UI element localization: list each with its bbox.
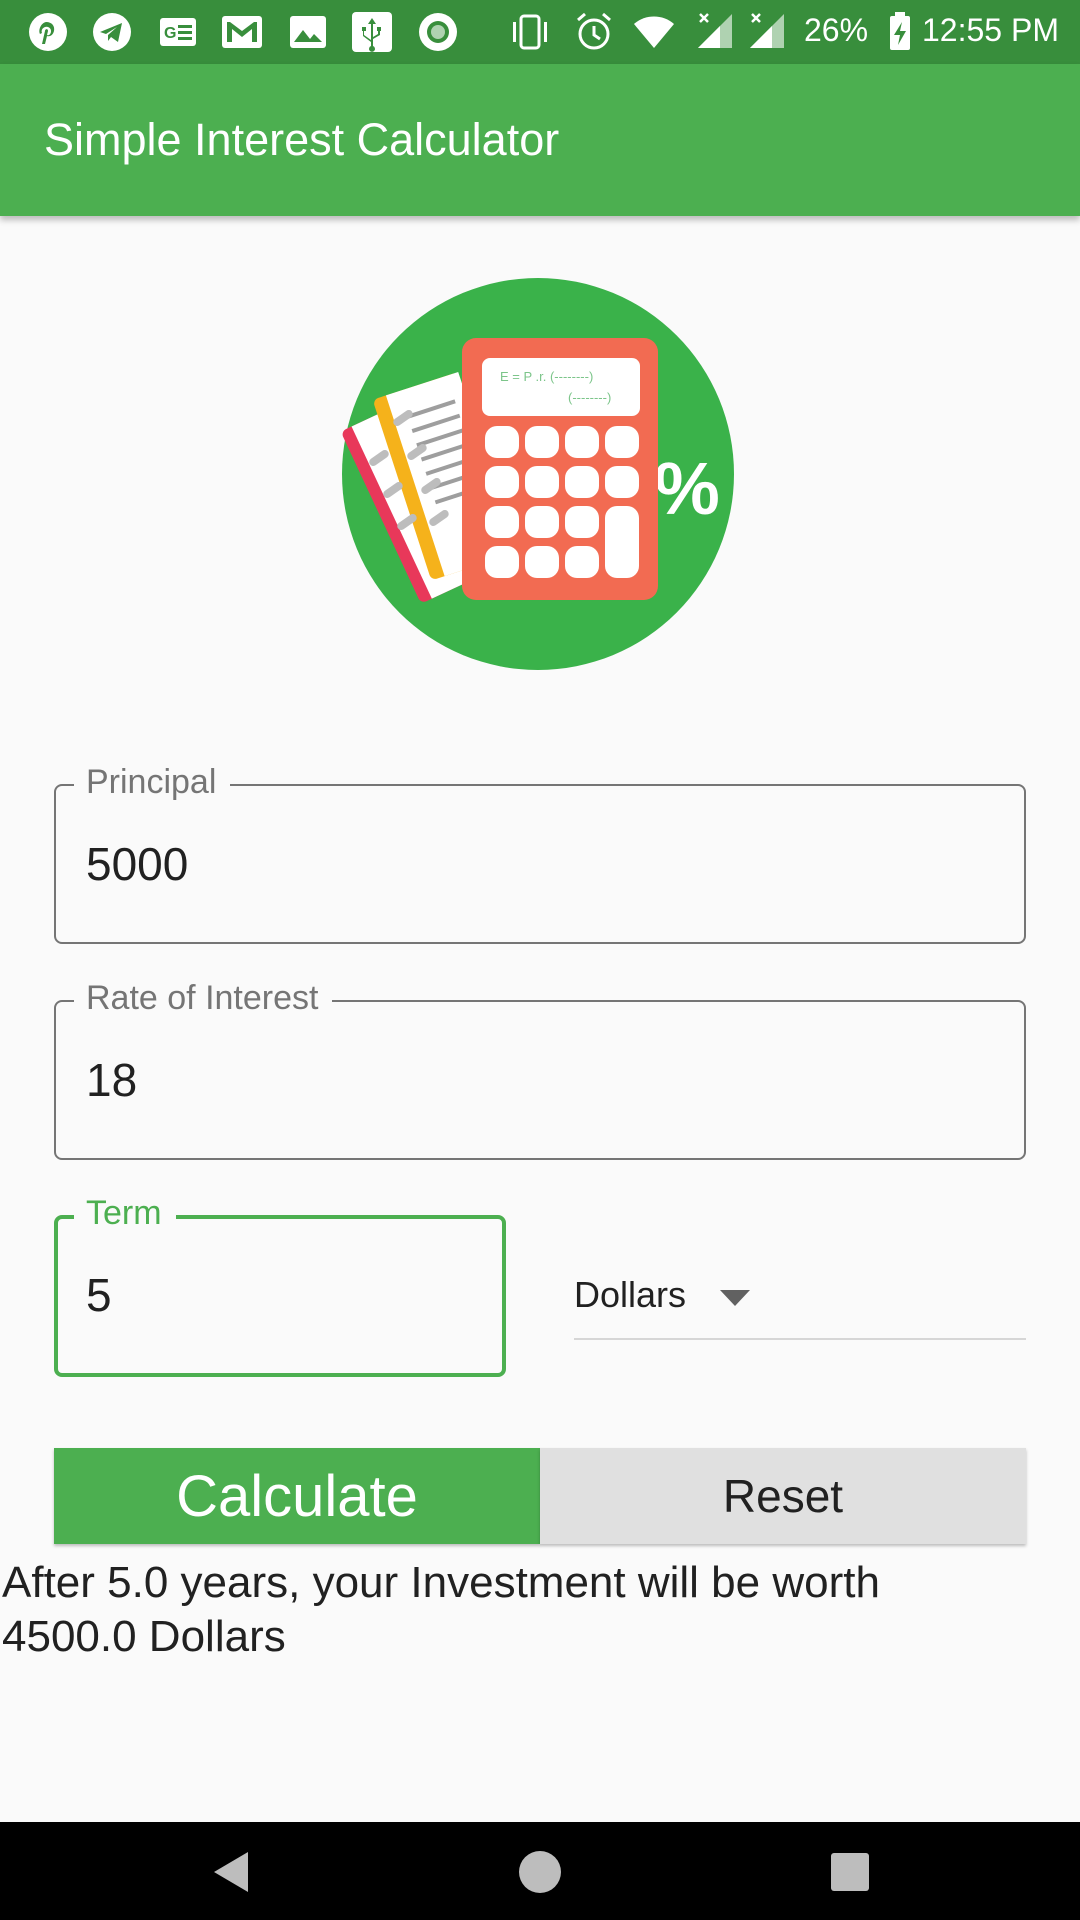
app-title: Simple Interest Calculator	[44, 114, 560, 165]
back-icon[interactable]	[204, 1844, 260, 1900]
pinterest-icon	[29, 13, 67, 51]
term-label: Term	[74, 1191, 176, 1235]
term-field[interactable]: Term 5	[54, 1191, 506, 1377]
signal-icon	[698, 13, 732, 48]
calculate-label: Calculate	[176, 1463, 418, 1529]
news-icon: G	[160, 18, 196, 46]
reset-button[interactable]: Reset	[540, 1448, 1026, 1544]
principal-input[interactable]: 5000	[86, 836, 188, 892]
principal-label: Principal	[74, 760, 231, 804]
battery-charging-icon	[890, 12, 910, 50]
telegram-icon	[93, 13, 131, 51]
principal-field[interactable]: Principal 5000	[54, 760, 1026, 944]
navigation-bar	[0, 1822, 1080, 1920]
vibrate-icon	[513, 14, 547, 50]
svg-text:G: G	[164, 25, 176, 42]
currency-dropdown[interactable]: Dollars	[574, 1262, 1026, 1340]
signal-icon	[750, 13, 784, 48]
status-bar: G 26% 12:55 PM	[0, 0, 1080, 64]
rate-field[interactable]: Rate of Interest 18	[54, 976, 1026, 1160]
reset-label: Reset	[722, 1470, 844, 1522]
currency-selected: Dollars	[574, 1274, 687, 1315]
calculate-button[interactable]: Calculate	[54, 1448, 540, 1544]
app-bar: Simple Interest Calculator	[0, 64, 1080, 216]
result-text: After 5.0 years, your Investment will be…	[2, 1558, 880, 1661]
gmail-icon	[222, 16, 262, 48]
battery-percentage: 26%	[804, 12, 869, 48]
logo-formula-line1: E = P .r. (--------)	[500, 369, 593, 384]
record-icon	[419, 13, 457, 51]
home-icon[interactable]	[512, 1844, 568, 1900]
dropdown-arrow-icon	[720, 1290, 750, 1306]
recents-icon[interactable]	[822, 1844, 878, 1900]
term-input[interactable]: 5	[86, 1267, 112, 1323]
rate-label: Rate of Interest	[74, 976, 333, 1020]
clock: 12:55 PM	[922, 12, 1059, 48]
logo-percent: %	[654, 447, 720, 530]
rate-input[interactable]: 18	[86, 1052, 137, 1108]
wifi-icon	[634, 16, 674, 48]
image-icon	[290, 16, 326, 48]
calculator-logo: % E = P .r. (--------) (--------)	[342, 278, 734, 670]
logo-formula-line2: (--------)	[568, 390, 611, 405]
usb-icon	[352, 12, 392, 52]
alarm-icon	[577, 12, 611, 50]
